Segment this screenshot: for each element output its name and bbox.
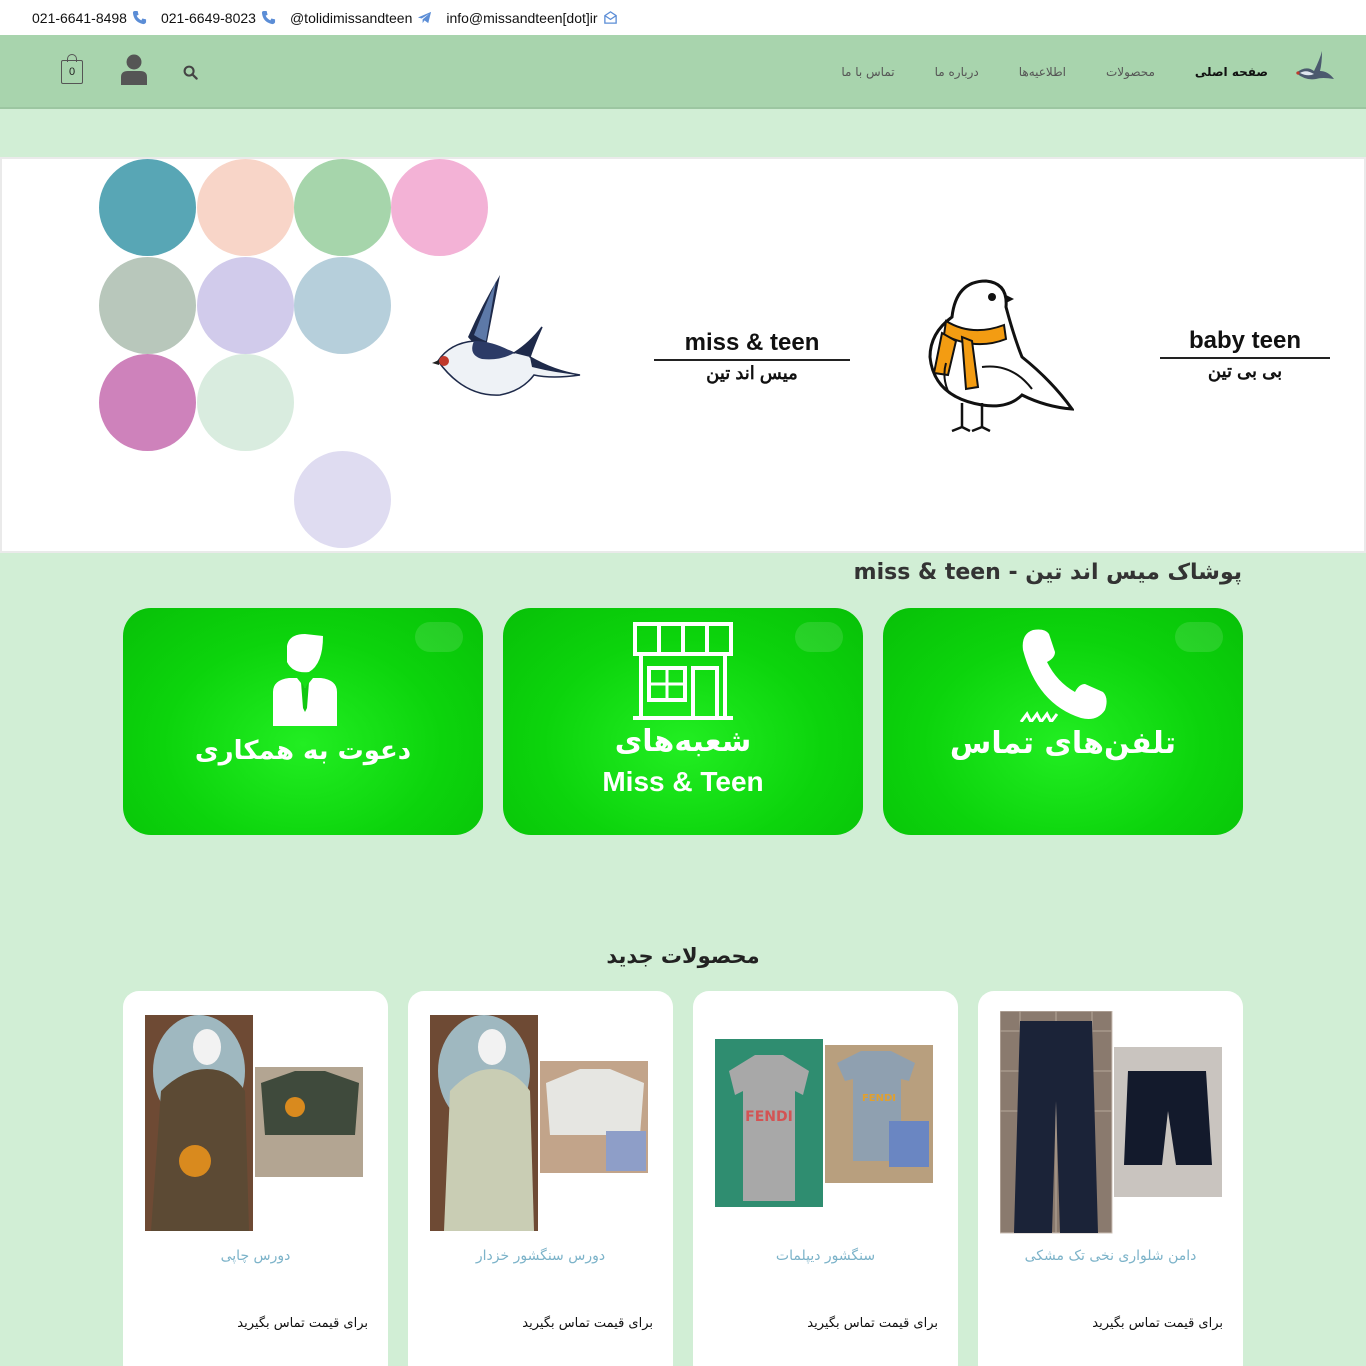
- telegram-link[interactable]: @tolidimissandteen: [290, 10, 432, 26]
- babyteen-bird-icon: [928, 279, 1074, 433]
- search-icon[interactable]: [183, 65, 198, 80]
- mail-icon: [603, 11, 617, 24]
- product-price: برای قیمت تماس بگیرید: [1092, 1316, 1223, 1331]
- product-card[interactable]: دورس سنگشور خزدار برای قیمت تماس بگیرید: [408, 991, 673, 1366]
- email-text[interactable]: info@missandteen[dot]ir: [446, 10, 597, 26]
- contact-phones-title: تلفن‌های تماس: [949, 726, 1177, 761]
- menu-item-home[interactable]: صفحه اصلی: [1195, 65, 1268, 79]
- cart-button[interactable]: 0: [61, 54, 83, 84]
- cart-count: 0: [68, 66, 76, 78]
- brand-missandteen: miss & teen میس اند تین: [654, 329, 850, 384]
- product-image[interactable]: [145, 1011, 367, 1236]
- user-icon[interactable]: [120, 53, 148, 85]
- menu-item-contact[interactable]: تماس با ما: [841, 65, 894, 79]
- phone-2[interactable]: 021-6649-8023: [161, 10, 276, 26]
- product-image[interactable]: FENDI FENDI: [715, 1011, 937, 1236]
- color-circle: [294, 451, 391, 548]
- color-circle: [99, 354, 196, 451]
- brand-missandteen-en: miss & teen: [654, 329, 850, 361]
- color-circle: [99, 159, 196, 256]
- businessman-icon: [273, 634, 337, 726]
- color-circle: [197, 159, 294, 256]
- color-circle: [294, 159, 391, 256]
- branches-card[interactable]: شعبه‌های Miss & Teen: [503, 608, 863, 835]
- storefront-icon: [633, 622, 733, 720]
- main-navbar: 0 صفحه اصلی محصولات اطلاعیه‌ها درباره ما…: [0, 35, 1366, 109]
- product-price: برای قیمت تماس بگیرید: [522, 1316, 653, 1331]
- color-circle: [294, 257, 391, 354]
- brand-babyteen: baby teen بی بی تین: [1160, 327, 1330, 382]
- contact-phones-card[interactable]: تلفن‌های تماس: [883, 608, 1243, 835]
- phone-2-text[interactable]: 021-6649-8023: [161, 10, 256, 26]
- product-price: برای قیمت تماس بگیرید: [237, 1316, 368, 1331]
- color-circle: [197, 257, 294, 354]
- page-title: پوشاک میس اند تین - miss & teen: [853, 560, 1242, 585]
- main-menu: صفحه اصلی محصولات اطلاعیه‌ها درباره ما ت…: [841, 35, 1268, 109]
- brand-missandteen-fa: میس اند تین: [706, 363, 798, 383]
- color-circle: [391, 159, 488, 256]
- product-price: برای قیمت تماس بگیرید: [807, 1316, 938, 1331]
- phone-icon: [1019, 629, 1107, 722]
- card-decoration: [415, 622, 463, 652]
- phone-icon: [132, 10, 147, 25]
- contact-bar: 021-6641-8498 021-6649-8023 @tolidimissa…: [0, 0, 1366, 35]
- product-card[interactable]: دامن شلواری نخی تک مشکی برای قیمت تماس ب…: [978, 991, 1243, 1366]
- branches-subtitle: Miss & Teen: [602, 766, 764, 797]
- card-decoration: [1175, 622, 1223, 652]
- color-circle: [197, 354, 294, 451]
- menu-item-announcements[interactable]: اطلاعیه‌ها: [1019, 65, 1066, 79]
- new-products-heading: محصولات جدید: [606, 944, 760, 968]
- telegram-text[interactable]: @tolidimissandteen: [290, 10, 412, 26]
- product-card[interactable]: FENDI FENDI سنگشور دیپلمات برای قیمت تما…: [693, 991, 958, 1366]
- product-image[interactable]: [430, 1011, 652, 1236]
- menu-item-about[interactable]: درباره ما: [935, 65, 979, 79]
- menu-item-products[interactable]: محصولات: [1106, 65, 1155, 79]
- color-circle: [99, 257, 196, 354]
- brand-babyteen-fa: بی بی تین: [1207, 361, 1283, 381]
- svg-text:FENDI: FENDI: [745, 1109, 793, 1125]
- product-name[interactable]: سنگشور دیپلمات: [693, 1248, 958, 1264]
- swallow-logo-icon[interactable]: [1292, 49, 1336, 87]
- card-decoration: [795, 622, 843, 652]
- product-image[interactable]: [1000, 1011, 1222, 1236]
- email-link[interactable]: info@missandteen[dot]ir: [446, 10, 617, 26]
- phone-1-text[interactable]: 021-6641-8498: [32, 10, 127, 26]
- brand-babyteen-en: baby teen: [1160, 327, 1330, 359]
- product-name[interactable]: دامن شلواری نخی تک مشکی: [978, 1248, 1243, 1264]
- hero-banner[interactable]: miss & teen میس اند تین baby teen بی بی …: [0, 157, 1366, 553]
- product-card[interactable]: دورس چاپی برای قیمت تماس بگیرید: [123, 991, 388, 1366]
- telegram-icon: [418, 11, 432, 24]
- product-name[interactable]: دورس چاپی: [123, 1248, 388, 1264]
- swallow-bird-icon: [432, 275, 581, 396]
- phone-icon: [261, 10, 276, 25]
- branches-title: شعبه‌های: [614, 724, 752, 759]
- phone-1[interactable]: 021-6641-8498: [32, 10, 147, 26]
- job-invitation-card[interactable]: دعوت به همکاری: [123, 608, 483, 835]
- svg-text:FENDI: FENDI: [862, 1093, 896, 1104]
- job-invitation-title: دعوت به همکاری: [194, 736, 412, 766]
- product-name[interactable]: دورس سنگشور خزدار: [408, 1248, 673, 1264]
